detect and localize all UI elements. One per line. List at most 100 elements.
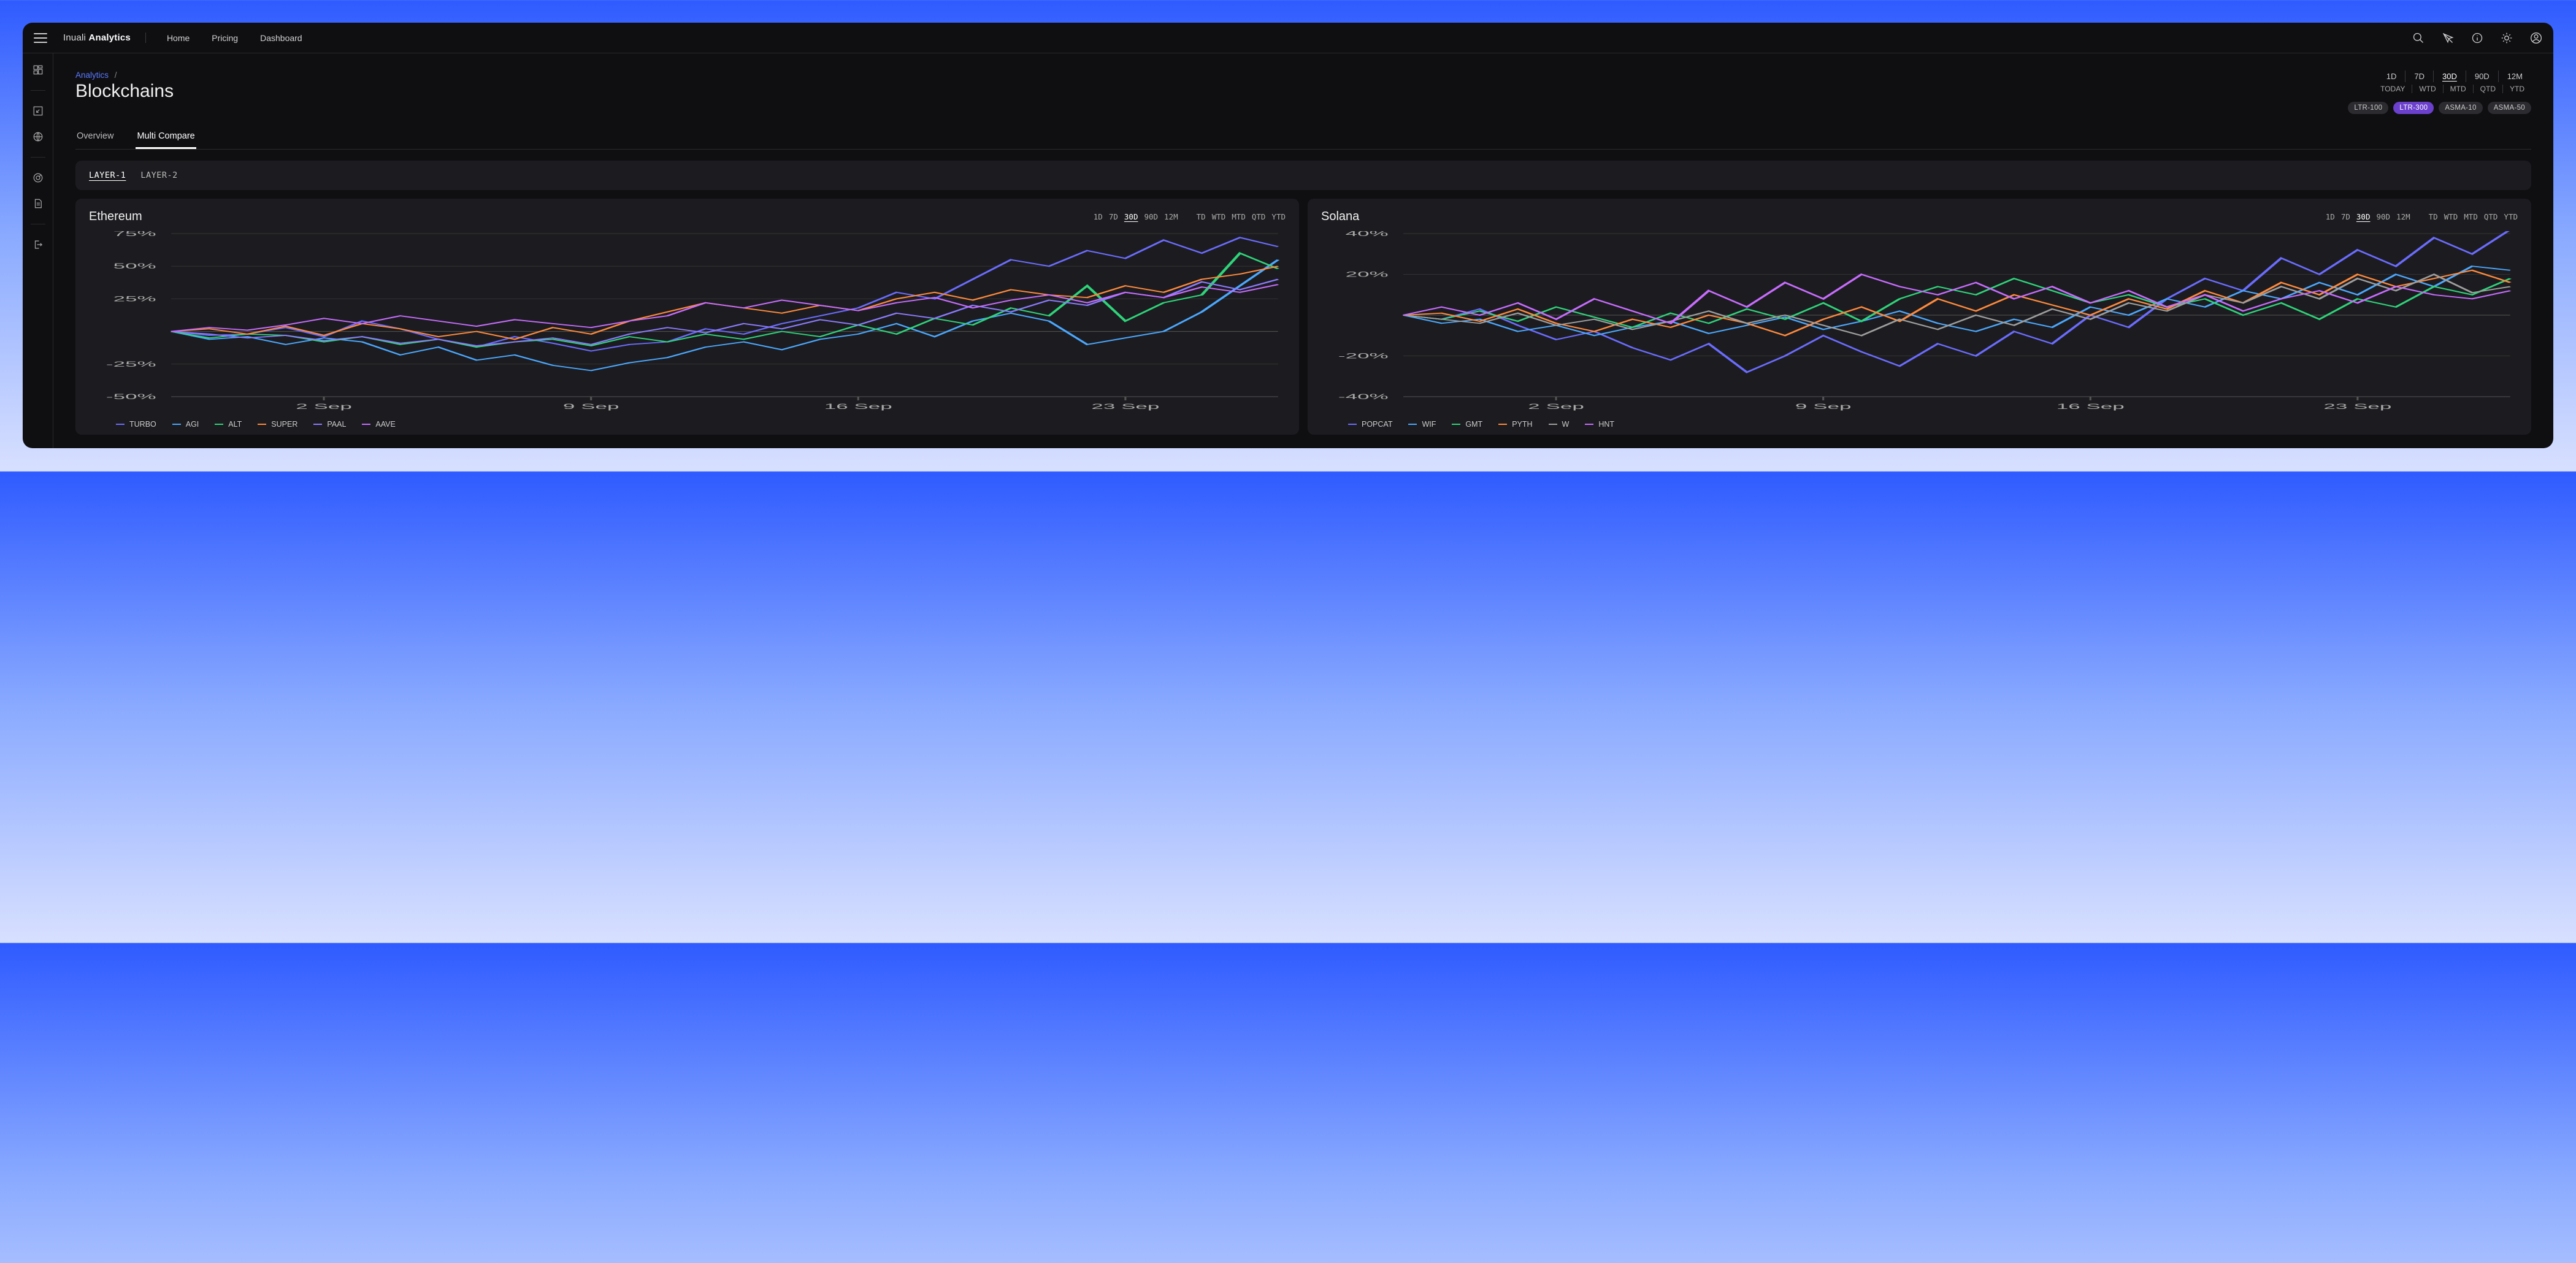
legend-label: GMT	[1465, 420, 1482, 429]
card-solana: Solana 1D 7D 30D 90D 12M TD WTD MTD QTD YTD -40% -…	[1308, 199, 2531, 435]
svg-text:25%: 25%	[113, 295, 156, 303]
nav-pricing[interactable]: Pricing	[212, 33, 238, 43]
mini-range-1d[interactable]: 1D	[2326, 212, 2335, 221]
legend-item-popcat[interactable]: POPCAT	[1348, 420, 1392, 429]
range-7d[interactable]: 7D	[2405, 71, 2434, 82]
legend-label: SUPER	[271, 420, 297, 429]
legend-item-pyth[interactable]: PYTH	[1498, 420, 1532, 429]
breadcrumb-root[interactable]: Analytics	[75, 71, 109, 80]
card-title: Ethereum	[89, 210, 142, 224]
legend-item-paal[interactable]: PAAL	[313, 420, 346, 429]
mini-range-qtd[interactable]: QTD	[1252, 212, 1266, 221]
legend-item-agi[interactable]: AGI	[172, 420, 199, 429]
brand-light: Inuali	[63, 32, 88, 43]
filter-layer-1[interactable]: LAYER-1	[89, 170, 126, 180]
mini-ranges-sol: 1D 7D 30D 90D 12M TD WTD MTD QTD YTD	[2326, 212, 2518, 221]
legend-item-w[interactable]: W	[1549, 420, 1570, 429]
filter-bar: LAYER-1 LAYER-2	[75, 161, 2531, 190]
range-1d[interactable]: 1D	[2378, 71, 2406, 82]
mini-range-12m[interactable]: 12M	[2396, 212, 2410, 221]
legend-item-gmt[interactable]: GMT	[1452, 420, 1482, 429]
info-icon[interactable]	[2471, 32, 2483, 44]
legend-item-aave[interactable]: AAVE	[362, 420, 395, 429]
legend-swatch	[1549, 424, 1557, 425]
legend-swatch	[362, 424, 370, 425]
svg-text:16 Sep: 16 Sep	[824, 402, 892, 410]
series-agi	[171, 260, 1278, 371]
legend-swatch	[313, 424, 322, 425]
chart-ethereum: -50%-25%25%50%75%2 Sep9 Sep16 Sep23 Sep	[89, 231, 1286, 415]
globe-icon[interactable]	[33, 131, 44, 142]
mini-range-mtd[interactable]: MTD	[1232, 212, 1246, 221]
tab-multi-compare[interactable]: Multi Compare	[136, 125, 196, 149]
filter-layer-2[interactable]: LAYER-2	[140, 170, 177, 180]
mini-range-7d[interactable]: 7D	[2341, 212, 2350, 221]
tab-overview[interactable]: Overview	[75, 125, 115, 149]
mini-range-30d[interactable]: 30D	[1124, 212, 1138, 221]
target-icon[interactable]	[33, 172, 44, 183]
legend-swatch	[1348, 424, 1357, 425]
legend-item-wif[interactable]: WIF	[1408, 420, 1436, 429]
legend-label: AGI	[186, 420, 199, 429]
mini-range-td[interactable]: TD	[1197, 212, 1206, 221]
svg-text:9 Sep: 9 Sep	[563, 402, 619, 410]
mini-range-td[interactable]: TD	[2429, 212, 2438, 221]
svg-text:-40%: -40%	[1338, 392, 1389, 400]
nav-dashboard[interactable]: Dashboard	[260, 33, 302, 43]
range-12m[interactable]: 12M	[2499, 71, 2531, 82]
legend-swatch	[116, 424, 125, 425]
search-icon[interactable]	[2412, 32, 2425, 44]
range-30d[interactable]: 30D	[2434, 71, 2466, 82]
nav-home[interactable]: Home	[167, 33, 190, 43]
mini-range-wtd[interactable]: WTD	[1212, 212, 1226, 221]
pill-asma-10[interactable]: ASMA-10	[2439, 102, 2482, 114]
svg-text:-20%: -20%	[1338, 352, 1389, 360]
mini-range-ytd[interactable]: YTD	[1271, 212, 1286, 221]
legend-item-hnt[interactable]: HNT	[1585, 420, 1614, 429]
mini-range-7d[interactable]: 7D	[1109, 212, 1118, 221]
mini-range-90d[interactable]: 90D	[1144, 212, 1158, 221]
resize-icon[interactable]	[33, 105, 44, 116]
range-mtd[interactable]: MTD	[2444, 85, 2474, 93]
svg-text:2 Sep: 2 Sep	[296, 402, 352, 410]
pill-asma-50[interactable]: ASMA-50	[2488, 102, 2531, 114]
mini-range-wtd[interactable]: WTD	[2444, 212, 2458, 221]
app-window: Inuali Analytics Home Pricing Dashboard	[23, 23, 2553, 448]
legend-item-super[interactable]: SUPER	[258, 420, 297, 429]
range-today[interactable]: TODAY	[2374, 85, 2412, 93]
menu-icon[interactable]	[34, 33, 47, 43]
legend-item-alt[interactable]: ALT	[215, 420, 242, 429]
legend-label: AAVE	[375, 420, 395, 429]
dashboard-icon[interactable]	[33, 64, 44, 75]
document-icon[interactable]	[33, 198, 44, 209]
cursor-off-icon[interactable]	[2442, 32, 2454, 44]
account-icon[interactable]	[2530, 32, 2542, 44]
pill-ltr-100[interactable]: LTR-100	[2348, 102, 2388, 114]
mini-range-1d[interactable]: 1D	[1094, 212, 1103, 221]
legend-label: TURBO	[129, 420, 156, 429]
mini-range-30d[interactable]: 30D	[2356, 212, 2371, 221]
mini-range-12m[interactable]: 12M	[1164, 212, 1178, 221]
cards-row: Ethereum 1D7D30D90D12MTDWTDMTDQTDYTD -50…	[75, 199, 2531, 435]
pill-ltr-300[interactable]: LTR-300	[2393, 102, 2434, 114]
svg-text:75%: 75%	[113, 231, 156, 238]
range-90d[interactable]: 90D	[2466, 71, 2499, 82]
legend-item-turbo[interactable]: TURBO	[116, 420, 156, 429]
range-wtd[interactable]: WTD	[2412, 85, 2443, 93]
range-ytd[interactable]: YTD	[2503, 85, 2531, 93]
breadcrumb-sep: /	[115, 71, 117, 80]
brand-bold: Analytics	[88, 32, 131, 43]
pill-row: LTR-100 LTR-300 ASMA-10 ASMA-50	[2348, 102, 2531, 114]
logout-icon[interactable]	[33, 239, 44, 250]
mini-range-qtd[interactable]: QTD	[2484, 212, 2498, 221]
range-row-bottom: TODAYWTDMTDQTDYTD	[2374, 85, 2531, 93]
mini-range-90d[interactable]: 90D	[2376, 212, 2390, 221]
theme-icon[interactable]	[2501, 32, 2513, 44]
card-ethereum: Ethereum 1D7D30D90D12MTDWTDMTDQTDYTD -50…	[75, 199, 1299, 435]
mini-range-mtd[interactable]: MTD	[2464, 212, 2478, 221]
mini-range-ytd[interactable]: YTD	[2504, 212, 2518, 221]
legend-swatch	[215, 424, 223, 425]
card-head: Solana 1D 7D 30D 90D 12M TD WTD MTD QTD YTD	[1321, 210, 2518, 224]
card-title: Solana	[1321, 210, 1359, 224]
range-qtd[interactable]: QTD	[2474, 85, 2503, 93]
